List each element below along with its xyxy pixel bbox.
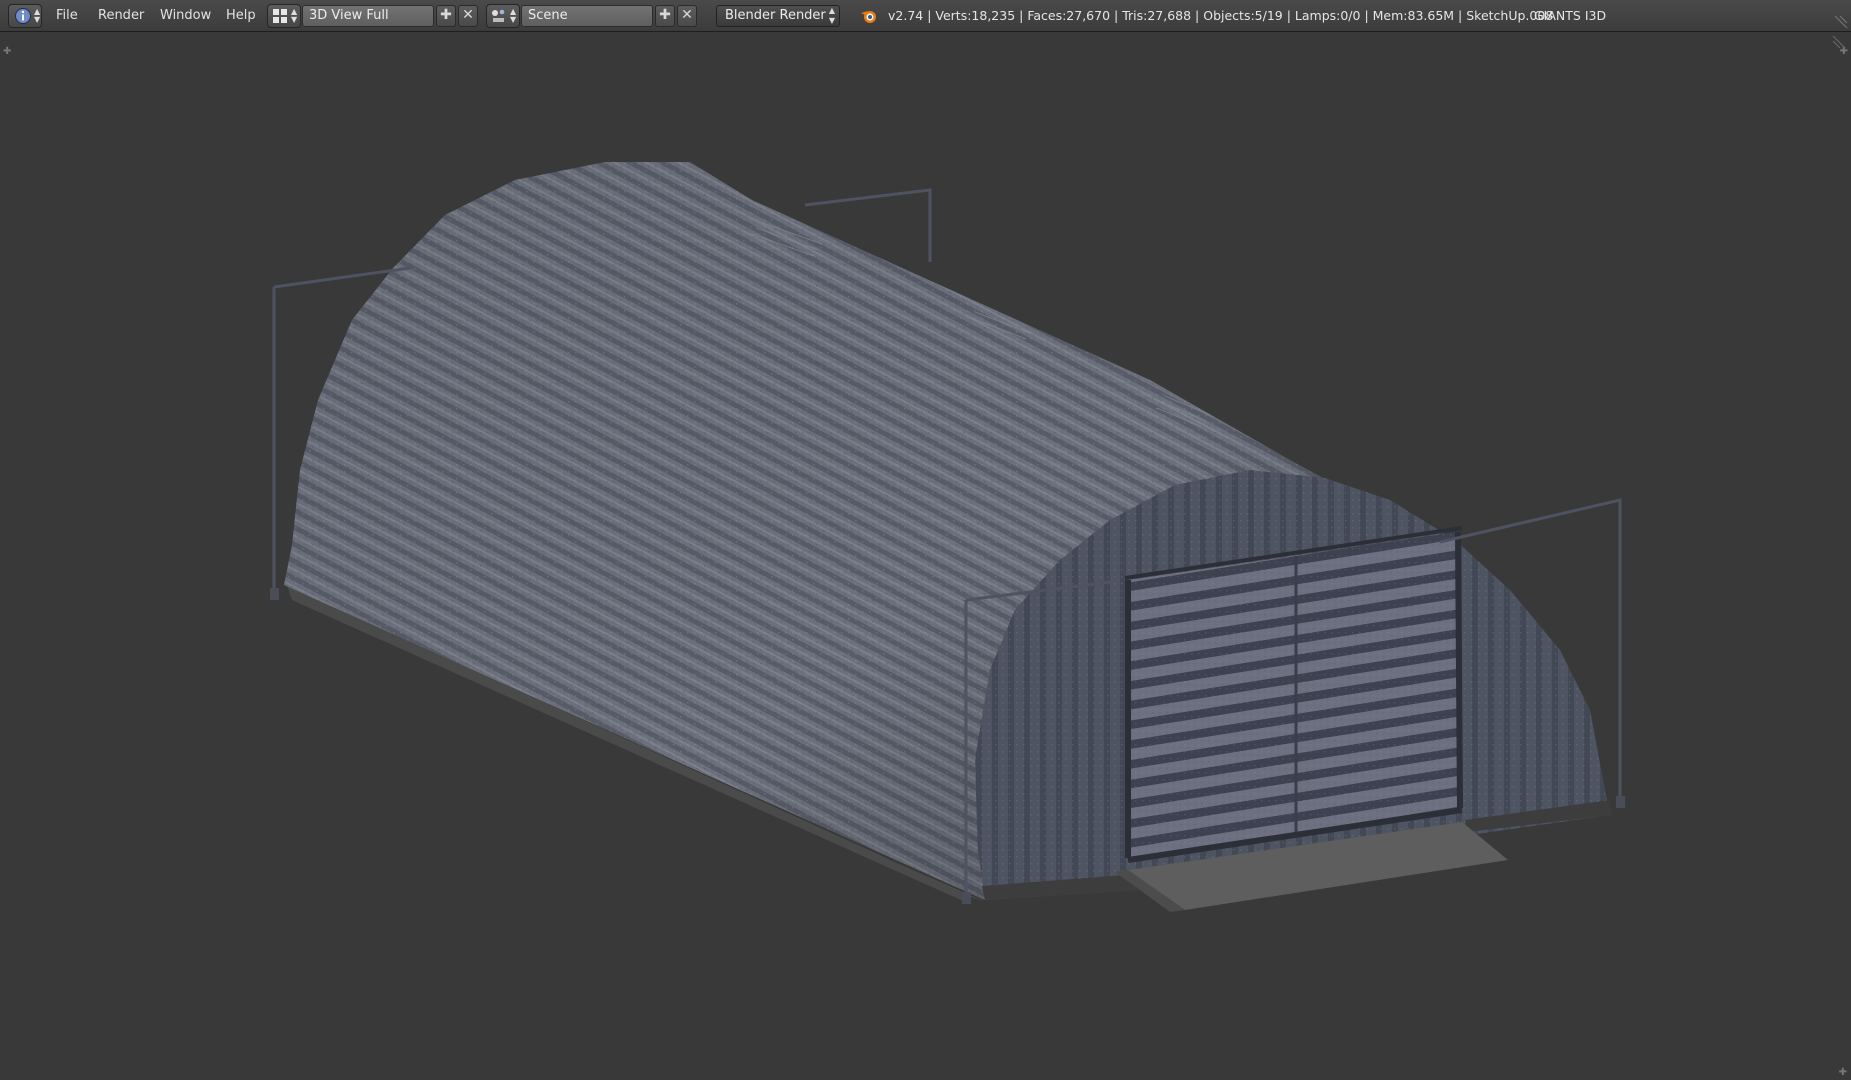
layout-grid-icon xyxy=(273,9,287,23)
scene-browse-button[interactable]: ▲ ▼ xyxy=(486,4,520,28)
chevron-updown-icon: ▲ ▼ xyxy=(34,7,41,24)
close-icon: ✕ xyxy=(681,7,693,23)
screen-layout-field[interactable]: 3D View Full xyxy=(302,5,434,27)
menu-file[interactable]: File xyxy=(56,0,78,32)
chevron-updown-icon: ▲ ▼ xyxy=(291,7,298,24)
scene-icon xyxy=(492,9,505,22)
exporter-label: GIANTS I3D xyxy=(1534,8,1607,23)
plus-icon: ✚ xyxy=(440,7,452,23)
scene-statistics: v2.74 | Verts:18,235 | Faces:27,670 | Tr… xyxy=(888,8,1554,23)
add-layout-button[interactable]: ✚ xyxy=(436,5,456,27)
chevron-updown-icon: ▲ ▼ xyxy=(510,7,517,24)
menu-window[interactable]: Window xyxy=(160,0,211,32)
render-engine-label: Blender Render xyxy=(725,8,826,23)
delete-layout-button[interactable]: ✕ xyxy=(458,5,478,27)
area-split-corner-icon[interactable] xyxy=(1831,14,1849,32)
info-icon xyxy=(15,8,31,24)
scene-field[interactable]: Scene xyxy=(521,5,653,27)
menu-help[interactable]: Help xyxy=(226,0,256,32)
render-engine-dropdown[interactable]: Blender Render ▲ ▼ xyxy=(716,5,840,27)
add-scene-button[interactable]: ✚ xyxy=(655,5,675,27)
editor-type-button[interactable]: ▲ ▼ xyxy=(8,4,42,28)
3d-viewport[interactable]: ✚ ✚ ✚ xyxy=(0,32,1851,1080)
screen-layout-button[interactable]: ▲ ▼ xyxy=(267,4,301,28)
close-icon: ✕ xyxy=(462,7,474,23)
plus-icon: ✚ xyxy=(659,7,671,23)
blender-logo-icon xyxy=(861,11,876,23)
menu-render[interactable]: Render xyxy=(98,0,144,32)
delete-scene-button[interactable]: ✕ xyxy=(677,5,697,27)
chevron-updown-icon: ▲ ▼ xyxy=(828,6,835,25)
roller-door[interactable] xyxy=(1124,526,1463,863)
quonset-hut-model[interactable] xyxy=(0,32,1851,1080)
info-header: ▲ ▼ File Render Window Help ▲ ▼ 3D View Fu… xyxy=(0,0,1851,32)
